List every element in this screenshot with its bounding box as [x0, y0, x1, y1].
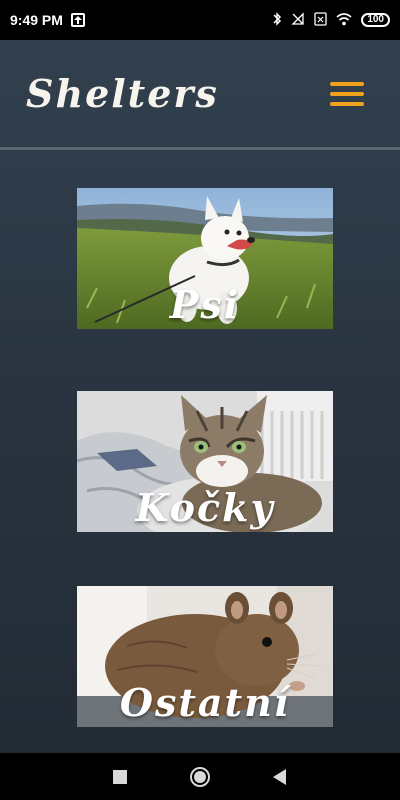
battery-icon: 100	[361, 13, 390, 27]
battery-level: 100	[367, 14, 384, 25]
no-signal-icon	[291, 11, 305, 29]
menu-bar	[330, 81, 364, 86]
category-card-others[interactable]: Ostatní	[77, 586, 333, 727]
status-left: 9:49 PM	[10, 12, 85, 28]
status-bar: 9:49 PM 100	[0, 0, 400, 40]
category-label: Ostatní	[119, 680, 291, 725]
wifi-icon	[336, 12, 352, 29]
app-title: Shelters	[26, 71, 219, 116]
menu-bar	[330, 91, 364, 96]
hamburger-menu-icon[interactable]	[330, 81, 364, 106]
upload-icon	[70, 13, 85, 27]
sim-icon	[314, 11, 327, 29]
status-time: 9:49 PM	[10, 12, 63, 28]
system-nav-bar	[0, 753, 400, 800]
home-icon[interactable]	[188, 765, 212, 789]
menu-bar	[330, 101, 364, 106]
category-card-dogs[interactable]: Psi	[77, 188, 333, 329]
app-screen: 9:49 PM 100 Shelters Psi Kočky Ostatní	[0, 0, 400, 800]
category-label: Kočky	[135, 485, 275, 530]
app-header: Shelters	[0, 40, 400, 150]
category-card-cats[interactable]: Kočky	[77, 391, 333, 532]
category-label: Psi	[169, 282, 241, 327]
bluetooth-icon	[272, 11, 282, 29]
back-icon[interactable]	[268, 765, 292, 789]
status-icons: 100	[272, 11, 390, 29]
recent-apps-icon[interactable]	[108, 765, 132, 789]
